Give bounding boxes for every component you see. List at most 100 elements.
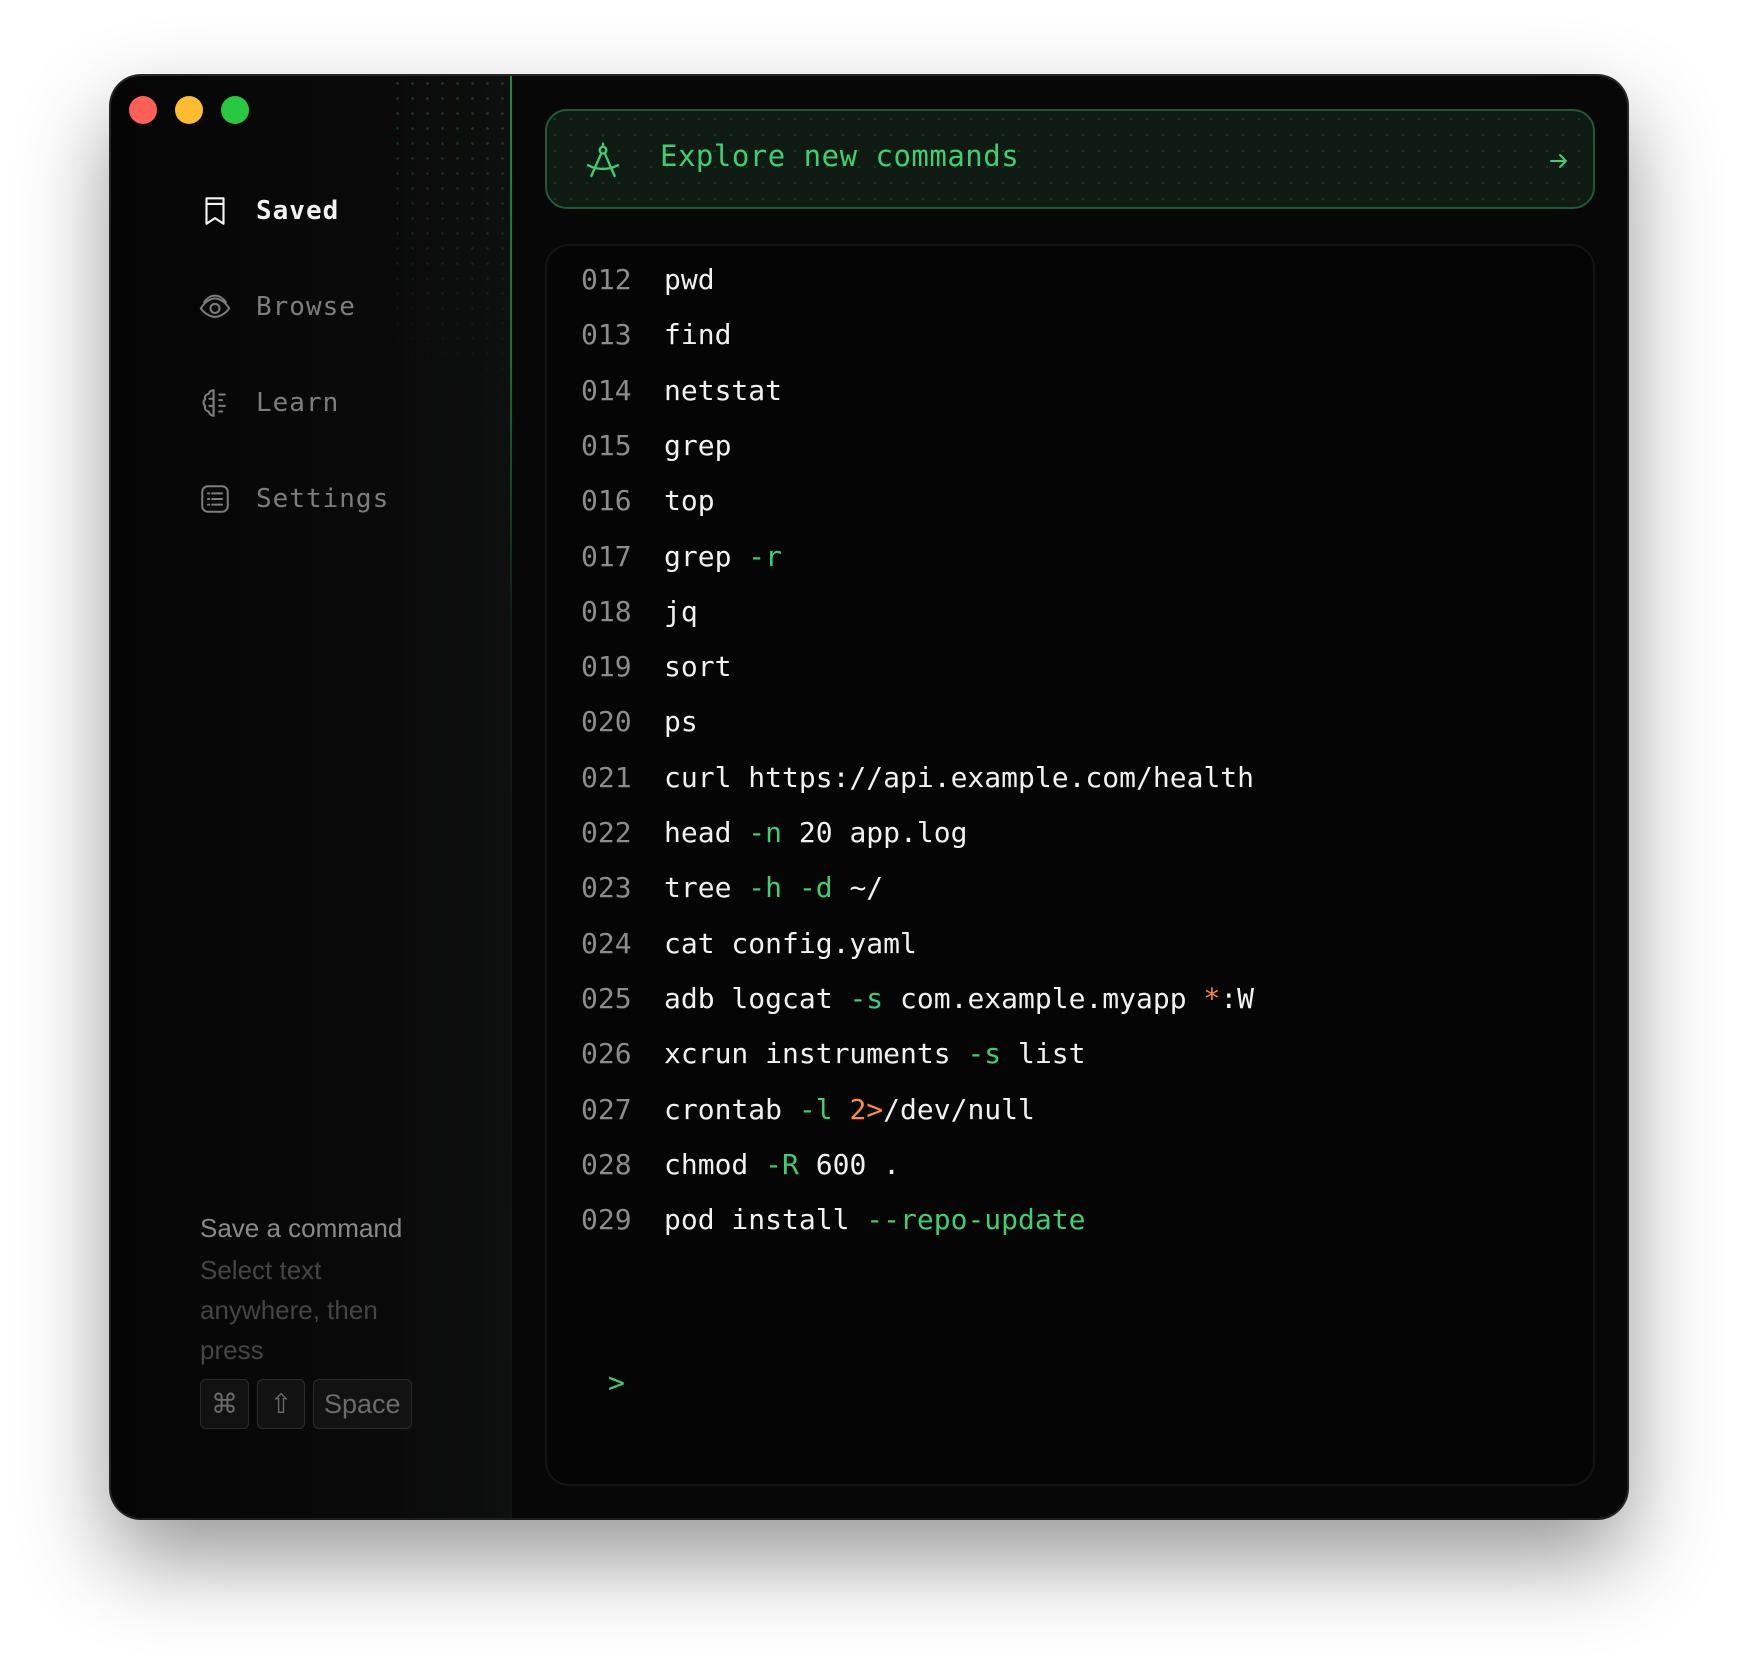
- command-operator: *: [1203, 981, 1221, 1015]
- sidebar-item-label: Saved: [256, 196, 340, 226]
- brain-icon: [198, 386, 232, 420]
- command-text: pod install: [664, 1203, 867, 1237]
- command-text: chmod: [664, 1147, 766, 1181]
- command-row[interactable]: 028 chmod -R 600 .: [581, 1145, 900, 1185]
- command-text: list: [1001, 1037, 1086, 1071]
- command-row[interactable]: 027 crontab -l 2>/dev/null: [581, 1090, 1035, 1130]
- command-text: cat config.yaml: [664, 926, 917, 960]
- command-flag: -d: [798, 871, 833, 905]
- command-row[interactable]: 020 ps: [581, 702, 698, 742]
- minimize-window-button[interactable]: [175, 96, 203, 124]
- command-text: find: [664, 318, 732, 352]
- command-text: top: [664, 484, 715, 518]
- command-row[interactable]: 019 sort: [581, 647, 731, 687]
- line-number: 017: [581, 539, 632, 573]
- command-flag: -s: [849, 981, 884, 1015]
- command-row[interactable]: 013 find: [581, 315, 731, 355]
- command-list: 012 pwd 013 find 014 netstat 015 grep 016 top 017 g…: [545, 244, 1595, 1486]
- sidebar-divider: [510, 76, 512, 1518]
- eye-icon: [198, 290, 232, 324]
- command-text: adb logcat: [664, 981, 850, 1015]
- command-text: xcrun instruments: [664, 1037, 968, 1071]
- command-text: jq: [664, 594, 698, 628]
- command-text: com.example.myapp: [883, 981, 1204, 1015]
- line-number: 012: [581, 263, 632, 296]
- compass-icon: [583, 141, 623, 181]
- command-row[interactable]: 015 grep: [581, 426, 731, 466]
- command-text: [833, 1093, 850, 1126]
- command-text: head: [664, 816, 749, 849]
- line-number: 029: [581, 1203, 632, 1237]
- line-number: 028: [581, 1147, 632, 1181]
- command-row[interactable]: 024 cat config.yaml: [581, 924, 917, 964]
- command-row[interactable]: 021 curl https://api.example.com/health: [581, 758, 1254, 798]
- command-flag: -r: [748, 539, 783, 573]
- command-text: curl https://api.example.com/health: [664, 760, 1255, 794]
- line-number: 020: [581, 705, 632, 739]
- app-window: Saved Browse Learn Settings Save a comma…: [111, 76, 1627, 1518]
- command-row[interactable]: 017 grep -r: [581, 537, 782, 577]
- command-flag: -l: [798, 1092, 833, 1126]
- sidebar-item-browse[interactable]: Browse: [198, 287, 356, 327]
- save-command-hint: Save a command Select text anywhere, the…: [200, 1206, 440, 1370]
- command-text: netstat: [664, 373, 783, 407]
- command-flag: -s: [967, 1037, 1002, 1071]
- sidebar-item-label: Learn: [256, 388, 340, 418]
- command-row[interactable]: 014 netstat: [581, 371, 782, 411]
- command-text: pwd: [664, 263, 715, 296]
- command-text: [782, 871, 799, 904]
- sidebar-item-saved[interactable]: Saved: [198, 191, 339, 231]
- command-text: /dev/null: [883, 1092, 1035, 1126]
- line-number: 027: [581, 1092, 632, 1126]
- explore-commands-banner[interactable]: Explore new commands: [545, 109, 1595, 209]
- sidebar-item-label: Settings: [256, 484, 390, 514]
- line-number: 022: [581, 816, 632, 849]
- sidebar-item-learn[interactable]: Learn: [198, 383, 339, 423]
- command-row[interactable]: 022 head -n 20 app.log: [581, 813, 967, 853]
- sidebar: Saved Browse Learn Settings Save a comma…: [111, 76, 510, 1518]
- list-icon: [198, 482, 232, 516]
- line-number: 015: [581, 428, 632, 462]
- command-operator: 2>: [849, 1092, 884, 1126]
- command-flag: -R: [765, 1147, 799, 1181]
- command-row[interactable]: 016 top: [581, 481, 715, 521]
- command-row[interactable]: 012 pwd: [581, 260, 715, 300]
- command-text: 20 app.log: [782, 816, 968, 849]
- sidebar-item-label: Browse: [256, 292, 356, 322]
- command-text: grep: [664, 428, 732, 462]
- command-key: ⌘: [200, 1379, 249, 1429]
- line-number: 014: [581, 373, 632, 407]
- banner-label: Explore new commands: [660, 139, 1020, 173]
- line-number: 021: [581, 760, 632, 794]
- command-flag: --repo-update: [866, 1203, 1086, 1237]
- command-row[interactable]: 026 xcrun instruments -s list: [581, 1034, 1085, 1074]
- shortcut-keys: ⌘ ⇧ Space: [200, 1379, 412, 1429]
- command-text: ps: [664, 705, 698, 739]
- command-text: sort: [664, 650, 732, 684]
- command-text: ~/: [832, 871, 884, 905]
- command-text: 600 .: [798, 1147, 901, 1181]
- space-key: Space: [313, 1379, 412, 1429]
- command-text: grep: [664, 539, 749, 573]
- command-flag: -h: [748, 871, 783, 905]
- hint-body: Select text anywhere, then press: [200, 1255, 378, 1365]
- command-row[interactable]: 023 tree -h -d ~/: [581, 868, 883, 908]
- command-row[interactable]: 029 pod install --repo-update: [581, 1200, 1085, 1240]
- command-text: :W: [1220, 981, 1255, 1015]
- shift-key: ⇧: [257, 1379, 305, 1429]
- command-text: tree: [664, 871, 749, 905]
- zoom-window-button[interactable]: [221, 96, 249, 124]
- hint-title: Save a command: [200, 1213, 403, 1243]
- line-number: 025: [581, 981, 632, 1015]
- line-number: 026: [581, 1037, 632, 1071]
- command-row[interactable]: 025 adb logcat -s com.example.myapp *:W: [581, 979, 1254, 1019]
- line-number: 013: [581, 318, 632, 352]
- line-number: 016: [581, 484, 632, 518]
- command-text: crontab: [664, 1092, 799, 1126]
- command-row[interactable]: 018 jq: [581, 592, 698, 632]
- bookmark-icon: [198, 194, 232, 228]
- sidebar-item-settings[interactable]: Settings: [198, 479, 389, 519]
- command-prompt[interactable]: >: [608, 1366, 625, 1399]
- close-window-button[interactable]: [129, 96, 157, 124]
- line-number: 019: [581, 650, 632, 684]
